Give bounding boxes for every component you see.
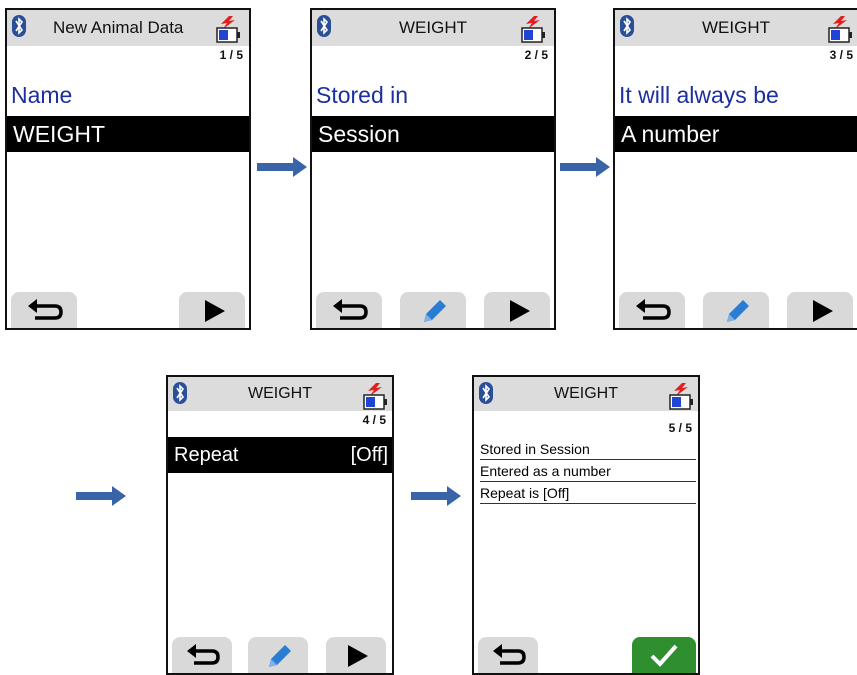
page-indicator: 5 / 5 [668,421,692,435]
summary-line: Stored in Session [480,439,696,460]
screen-3: WEIGHT 3 / 5 It will always be A number [613,8,857,330]
flow-arrow-icon [76,486,126,506]
page-indicator: 4 / 5 [362,413,386,427]
bluetooth-icon [12,15,26,37]
screen-4: WEIGHT 4 / 5 Repeat [Off] [166,375,394,675]
repeat-value: [Off] [350,444,388,466]
repeat-label: Repeat [174,444,239,466]
summary-line: Repeat is [Off] [480,483,696,504]
battery-charging-icon [668,381,696,411]
header-bar: WEIGHT [168,377,392,411]
selected-value-row[interactable]: A number [615,116,857,152]
back-button[interactable] [11,292,77,328]
screen-5: WEIGHT 5 / 5 Stored in Session Entered a… [472,375,700,675]
page-indicator: 3 / 5 [829,48,853,62]
next-button[interactable] [787,292,853,328]
edit-button[interactable] [703,292,769,328]
flow-arrow-icon [257,157,307,177]
header-bar: New Animal Data [7,10,249,46]
edit-button[interactable] [248,637,308,673]
header-bar: WEIGHT [312,10,554,46]
back-button[interactable] [478,637,538,673]
field-label: Stored in [316,82,409,108]
next-button[interactable] [326,637,386,673]
pencil-icon [727,300,749,322]
flow-arrow-icon [411,486,461,506]
confirm-button[interactable] [632,637,696,673]
next-button[interactable] [179,292,245,328]
battery-charging-icon [362,381,390,411]
page-indicator: 1 / 5 [219,48,243,62]
battery-charging-icon [520,14,548,44]
back-button[interactable] [619,292,685,328]
checkmark-icon [650,644,678,667]
screen-title: WEIGHT [554,385,618,402]
header-bar: WEIGHT [474,377,698,411]
field-label: Name [11,82,73,108]
edit-button[interactable] [400,292,466,328]
summary-line: Entered as a number [480,461,696,482]
pencil-icon [424,300,446,322]
screen-2: WEIGHT 2 / 5 Stored in Session [310,8,556,330]
page-indicator: 2 / 5 [524,48,548,62]
battery-charging-icon [215,14,243,44]
next-button[interactable] [484,292,550,328]
repeat-row[interactable]: Repeat [Off] [168,437,392,473]
selected-value-row[interactable]: Session [312,116,554,152]
header-bar: WEIGHT [615,10,857,46]
flow-arrow-icon [560,157,610,177]
selected-value-row[interactable]: WEIGHT [7,116,249,152]
screen-title: WEIGHT [702,18,770,37]
back-button[interactable] [172,637,232,673]
back-button[interactable] [316,292,382,328]
field-label: It will always be [619,82,779,108]
screen-title: WEIGHT [248,385,312,402]
battery-charging-icon [827,14,855,44]
pencil-icon [269,645,291,667]
screen-1: New Animal Data 1 / 5 Name WEIGHT [5,8,251,330]
screen-title: WEIGHT [399,18,467,37]
